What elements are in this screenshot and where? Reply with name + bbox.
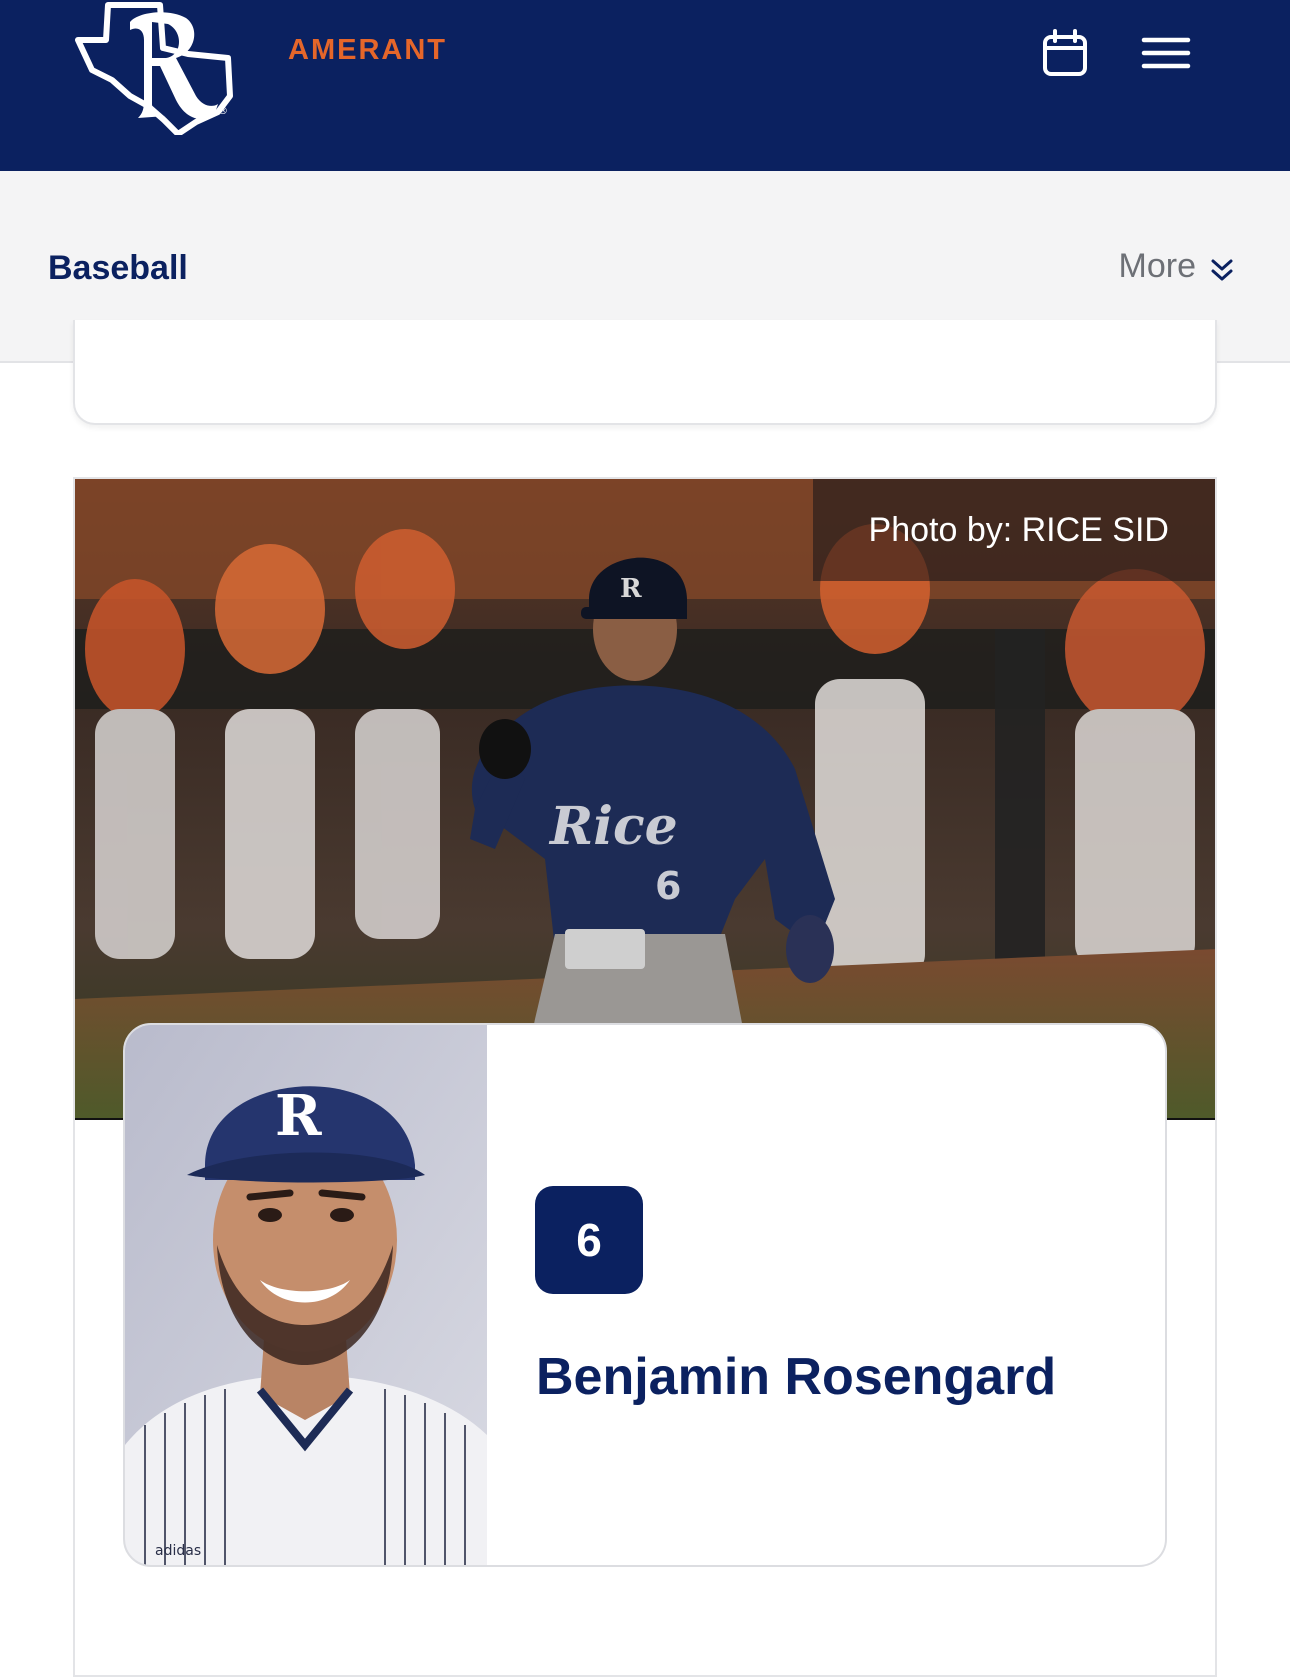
more-dropdown-button[interactable]: More [1119,247,1234,286]
sponsor-logo[interactable]: AMERANT [288,34,447,67]
double-chevron-down-icon [1211,259,1233,280]
svg-text:®: ® [218,106,228,117]
player-name[interactable]: Benjamin Rosengard [536,1347,1056,1407]
svg-text:R: R [275,1083,322,1149]
svg-text:R: R [620,574,642,604]
player-info-card[interactable]: R adidas 6 Benjamin Rosengard [123,1023,1167,1567]
player-headshot: R adidas [125,1025,487,1565]
photo-credit: Photo by: RICE SID [812,479,1215,581]
photo-jersey-number: 6 [655,864,681,908]
svg-text:adidas: adidas [155,1543,201,1559]
sport-title[interactable]: Baseball [48,249,188,288]
svg-text:Rice: Rice [548,796,678,857]
rice-logo[interactable]: ® [68,0,243,135]
calendar-icon[interactable] [1040,28,1090,78]
hamburger-menu-icon[interactable] [1140,30,1192,76]
site-header: ® AMERANT [0,0,1290,171]
previous-card [73,320,1217,425]
jersey-number-badge: 6 [535,1186,643,1294]
more-label: More [1118,247,1196,285]
